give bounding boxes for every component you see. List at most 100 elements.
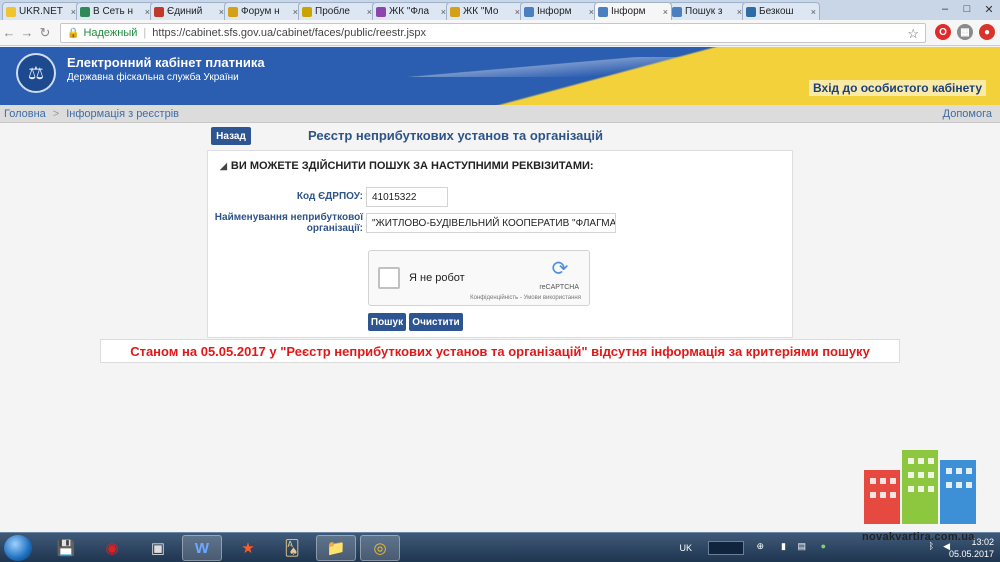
lock-icon: 🔒 bbox=[67, 27, 80, 39]
tab-label: Інформ bbox=[611, 6, 646, 17]
reload-icon[interactable]: ↻ bbox=[36, 25, 54, 41]
browser-tab[interactable]: ЖК "Фла × bbox=[372, 2, 450, 20]
recaptcha-label: Я не робот bbox=[409, 272, 465, 284]
tab-label: Безкош bbox=[759, 6, 794, 17]
windows-taskbar: 💾 ◉ ▣ W ★ 🂡 📁 ◎ UK ⊕ ▮ ▤ ● ᛒ ◀ 13:02 05.… bbox=[0, 532, 1000, 562]
org-name-label-line1: Найменування неприбуткової bbox=[214, 212, 363, 223]
tab-favicon-icon bbox=[80, 6, 90, 17]
tray-app-icon[interactable]: ⊕ bbox=[756, 541, 764, 552]
back-arrow-icon[interactable]: ← bbox=[0, 25, 18, 40]
tab-favicon-icon bbox=[672, 6, 682, 17]
browser-tab[interactable]: Єдиний × bbox=[150, 2, 228, 20]
maximize-icon[interactable]: □ bbox=[956, 0, 978, 18]
site-banner: ⚖ Електронний кабінет платника Державна … bbox=[0, 47, 1000, 105]
back-button[interactable]: Назад bbox=[211, 127, 251, 145]
tab-favicon-icon bbox=[228, 6, 238, 17]
flag-yellow-band bbox=[440, 47, 1000, 105]
clock-date: 05.05.2017 bbox=[948, 549, 994, 559]
login-link[interactable]: Вхід до особистого кабінету bbox=[809, 80, 986, 96]
browser-tab[interactable]: ЖК "Мо × bbox=[446, 2, 524, 20]
start-button[interactable] bbox=[4, 535, 32, 561]
site-subtitle: Державна фіскальна служба України bbox=[67, 72, 239, 83]
browser-tab[interactable]: Інформ × bbox=[520, 2, 598, 20]
tab-label: ЖК "Мо bbox=[463, 6, 499, 17]
breadcrumb-home[interactable]: Головна bbox=[4, 108, 46, 120]
tax-service-emblem-icon: ⚖ bbox=[16, 53, 56, 93]
breadcrumb: Головна > Інформація з реєстрів Допомога bbox=[0, 105, 1000, 123]
tray-network-icon[interactable]: ▮ bbox=[781, 541, 786, 552]
tab-label: Пробле bbox=[315, 6, 350, 17]
browser-tab[interactable]: UKR.NET × bbox=[2, 2, 80, 20]
tab-close-icon[interactable]: × bbox=[663, 7, 668, 17]
tray-signal-icon[interactable]: ▤ bbox=[797, 541, 806, 552]
site-title: Електронний кабінет платника bbox=[67, 55, 265, 70]
minimize-icon[interactable]: – bbox=[934, 0, 956, 18]
clear-button[interactable]: Очистити bbox=[409, 313, 463, 331]
edrpou-input[interactable]: 41015322 bbox=[366, 187, 448, 207]
browser-tab[interactable]: Пошук з × bbox=[668, 2, 746, 20]
tab-favicon-icon bbox=[302, 6, 312, 17]
tab-label: В Сеть н bbox=[93, 6, 133, 17]
page-title: Реєстр неприбуткових установ та організа… bbox=[308, 128, 603, 143]
edrpou-label: Код ЄДРПОУ: bbox=[296, 191, 363, 202]
tab-label: Форум н bbox=[241, 6, 280, 17]
section-title-text: ВИ МОЖЕТЕ ЗДІЙСНИТИ ПОШУК ЗА НАСТУПНИМИ … bbox=[230, 160, 594, 172]
search-section-title[interactable]: ◢ ВИ МОЖЕТЕ ЗДІЙСНИТИ ПОШУК ЗА НАСТУПНИМИ… bbox=[220, 160, 594, 172]
app-red-icon[interactable]: ◉ bbox=[92, 535, 132, 561]
tab-favicon-icon bbox=[598, 6, 608, 17]
tab-favicon-icon bbox=[6, 6, 16, 17]
app-window-icon[interactable]: ▣ bbox=[138, 535, 178, 561]
tab-label: Інформ bbox=[537, 6, 572, 17]
org-name-input[interactable]: "ЖИТЛОВО-БУДІВЕЛЬНИЙ КООПЕРАТИВ "ФЛАГМАН… bbox=[366, 213, 616, 233]
language-indicator[interactable]: UK bbox=[679, 543, 692, 553]
opera-extension-icon[interactable]: O bbox=[935, 24, 951, 40]
watermark-text: novakvartira.com.ua bbox=[862, 531, 975, 543]
browser-tab[interactable]: Безкош × bbox=[742, 2, 820, 20]
secure-label: Надежный bbox=[83, 27, 138, 39]
extension-icon[interactable]: ▦ bbox=[957, 24, 973, 40]
browser-tab[interactable]: Форум н × bbox=[224, 2, 302, 20]
address-bar: ← → ↻ 🔒 Надежный | https://cabinet.sfs.g… bbox=[0, 20, 1000, 46]
tab-close-icon[interactable]: × bbox=[811, 7, 816, 17]
tab-label: ЖК "Фла bbox=[389, 6, 430, 17]
recaptcha-checkbox[interactable] bbox=[378, 267, 400, 289]
browser-tab[interactable]: В Сеть н × bbox=[76, 2, 154, 20]
file-explorer-icon[interactable]: 📁 bbox=[316, 535, 356, 561]
word-icon[interactable]: W bbox=[182, 535, 222, 561]
window-controls: – □ ✕ bbox=[934, 0, 1000, 18]
url-field[interactable]: 🔒 Надежный | https://cabinet.sfs.gov.ua/… bbox=[60, 23, 926, 43]
org-name-label-line2: організації: bbox=[306, 223, 363, 234]
browser-tab[interactable]: Інформ × bbox=[594, 2, 672, 20]
url-text: https://cabinet.sfs.gov.ua/cabinet/faces… bbox=[152, 27, 427, 39]
breadcrumb-arrow-icon: > bbox=[52, 107, 60, 120]
save-floppy-icon[interactable]: 💾 bbox=[46, 535, 86, 561]
app-star-icon[interactable]: ★ bbox=[228, 535, 268, 561]
recaptcha-terms[interactable]: Конфіденційність - Умови використання bbox=[470, 295, 581, 301]
search-panel: ◢ ВИ МОЖЕТЕ ЗДІЙСНИТИ ПОШУК ЗА НАСТУПНИМИ… bbox=[207, 150, 793, 338]
browser-tab[interactable]: Пробле × bbox=[298, 2, 376, 20]
breadcrumb-current[interactable]: Інформація з реєстрів bbox=[66, 108, 179, 120]
menu-extension-icon[interactable]: ● bbox=[979, 24, 995, 40]
tab-label: Єдиний bbox=[167, 6, 203, 17]
tab-favicon-icon bbox=[746, 6, 756, 17]
chrome-icon[interactable]: ◎ bbox=[360, 535, 400, 561]
tab-favicon-icon bbox=[154, 6, 164, 17]
bookmark-star-icon[interactable]: ☆ bbox=[907, 26, 919, 42]
recaptcha-brand: reCAPTCHA bbox=[539, 284, 579, 291]
tray-green-icon[interactable]: ● bbox=[821, 541, 826, 551]
recaptcha-logo-icon: ⟳ bbox=[551, 258, 569, 280]
forward-arrow-icon[interactable]: → bbox=[18, 25, 36, 40]
tab-favicon-icon bbox=[376, 6, 386, 17]
tray-input-box[interactable] bbox=[708, 541, 744, 555]
result-message: Станом на 05.05.2017 у "Реєстр неприбутк… bbox=[100, 339, 900, 363]
close-window-icon[interactable]: ✕ bbox=[978, 0, 1000, 18]
help-link[interactable]: Допомога bbox=[943, 108, 992, 120]
search-button[interactable]: Пошук bbox=[368, 313, 406, 331]
tab-label: Пошук з bbox=[685, 6, 723, 17]
app-cards-icon[interactable]: 🂡 bbox=[272, 535, 312, 561]
tab-favicon-icon bbox=[524, 6, 534, 17]
collapse-triangle-icon: ◢ bbox=[220, 161, 227, 171]
tab-label: UKR.NET bbox=[19, 6, 63, 17]
org-name-label: Найменування неприбуткової організації: bbox=[208, 212, 363, 234]
recaptcha-widget: Я не робот ⟳ reCAPTCHA Конфіденційність … bbox=[368, 250, 590, 306]
